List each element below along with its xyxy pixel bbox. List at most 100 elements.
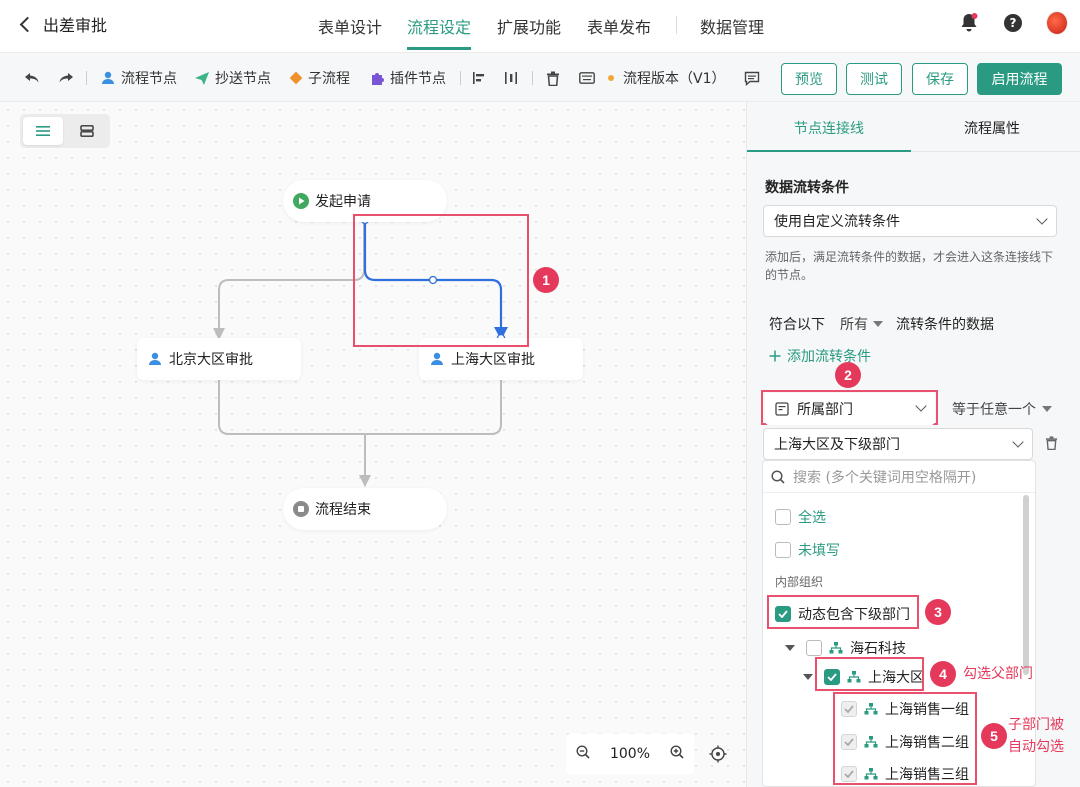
- plus-icon: [769, 350, 781, 362]
- delete-button[interactable]: [546, 53, 560, 103]
- callout-box-3: [767, 595, 919, 629]
- keyboard-icon: [579, 72, 595, 84]
- delete-condition-button[interactable]: [1045, 436, 1058, 454]
- checkbox[interactable]: [775, 509, 791, 525]
- tab-data-management[interactable]: 数据管理: [700, 14, 764, 38]
- section-label: 内部组织: [775, 575, 824, 589]
- tree-node-root[interactable]: 海石科技: [785, 638, 906, 658]
- crosshair-icon: [709, 745, 727, 763]
- operator-select[interactable]: 等于任意一个: [952, 399, 1052, 419]
- callout-note-4: 勾选父部门: [963, 666, 1033, 682]
- comment-icon: [744, 71, 760, 86]
- caret-down-icon[interactable]: [803, 674, 813, 680]
- form-title: 出差审批: [43, 16, 108, 35]
- operator-value: 等于任意一个: [952, 402, 1036, 418]
- zoom-out-button[interactable]: [576, 745, 590, 763]
- callout-box-5: [833, 692, 977, 785]
- cc-node-label: 抄送节点: [215, 71, 271, 87]
- condition-hint: 添加后，满足流转条件的数据，才会进入这条连接线下的节点。: [765, 250, 1054, 282]
- user-node-icon: [102, 71, 114, 84]
- add-plugin-node-button[interactable]: 插件节点: [369, 53, 446, 103]
- back-button[interactable]: 出差审批: [16, 12, 107, 36]
- caret-down-icon: [1042, 406, 1052, 412]
- select-all-label: 全选: [798, 510, 826, 526]
- add-subflow-button[interactable]: 子流程: [289, 53, 350, 103]
- zoom-level: 100%: [609, 746, 650, 762]
- keyboard-button[interactable]: [579, 53, 595, 103]
- callout-badge-2: 2: [835, 362, 861, 388]
- tab-extensions[interactable]: 扩展功能: [497, 14, 561, 38]
- condition-type-select[interactable]: 使用自定义流转条件: [763, 205, 1057, 237]
- add-condition-button[interactable]: 添加流转条件: [769, 346, 871, 366]
- help-icon[interactable]: ?: [1002, 12, 1024, 34]
- flow-canvas[interactable]: 发起申请 北京大区审批 上海大区审批 流程结束 1 100%: [0, 102, 746, 787]
- select-all-option[interactable]: 全选: [775, 507, 826, 527]
- callout-badge-4: 4: [930, 661, 956, 687]
- save-button[interactable]: 保存: [912, 63, 968, 95]
- user-node-icon: [431, 352, 443, 365]
- subflow-label: 子流程: [308, 71, 350, 87]
- trash-icon: [1045, 436, 1058, 451]
- org-icon: [829, 642, 843, 654]
- condition-type-value: 使用自定义流转条件: [774, 214, 900, 230]
- bell-icon[interactable]: [958, 12, 980, 34]
- end-node[interactable]: 流程结束: [283, 488, 447, 530]
- flow-version-button[interactable]: 流程版本（V1）: [608, 53, 725, 103]
- arrow-head: [359, 475, 371, 487]
- tab-node-connection[interactable]: 节点连接线: [794, 118, 864, 138]
- distribute-icon: [505, 72, 517, 84]
- active-tab-indicator: [747, 150, 911, 152]
- checkbox[interactable]: [775, 542, 791, 558]
- form-field-icon: [775, 402, 789, 416]
- value-select[interactable]: 上海大区及下级部门: [763, 428, 1033, 460]
- match-scope-select[interactable]: 所有: [840, 314, 883, 334]
- not-filled-option[interactable]: 未填写: [775, 540, 840, 560]
- toolbar: 流程节点 抄送节点 子流程 插件节点 流程版本（V1） 预览 测试 保存 启用流…: [0, 52, 1080, 102]
- callout-badge-5: 5: [981, 723, 1007, 749]
- connector-to-beijing[interactable]: [218, 220, 365, 338]
- not-filled-label: 未填写: [798, 543, 840, 559]
- search-icon: [771, 469, 785, 484]
- trash-icon: [547, 71, 559, 86]
- stop-icon: [293, 501, 309, 517]
- test-button[interactable]: 测试: [846, 63, 902, 95]
- condition-title: 数据流转条件: [765, 180, 849, 196]
- align-left-button[interactable]: [472, 53, 486, 103]
- locate-button[interactable]: [702, 734, 734, 774]
- send-icon: [195, 72, 209, 85]
- search-placeholder: 搜索 (多个关键词用空格隔开): [793, 469, 977, 486]
- redo-button[interactable]: [58, 53, 74, 103]
- tab-flow-properties[interactable]: 流程属性: [964, 118, 1020, 138]
- beijing-approval-node[interactable]: 北京大区审批: [137, 338, 301, 380]
- field-select-value: 所属部门: [797, 402, 853, 418]
- add-flow-node-button[interactable]: 流程节点: [100, 53, 177, 103]
- dropdown-scrollbar[interactable]: [1023, 495, 1029, 675]
- field-select[interactable]: 所属部门: [765, 393, 935, 425]
- callout-badge-3: 3: [925, 599, 951, 625]
- match-scope-value: 所有: [840, 317, 868, 333]
- add-cc-node-button[interactable]: 抄送节点: [194, 53, 271, 103]
- undo-button[interactable]: [24, 53, 40, 103]
- chevron-down-icon: [1036, 213, 1048, 225]
- avatar[interactable]: [1046, 11, 1068, 35]
- zoom-in-button[interactable]: [670, 745, 684, 763]
- distribute-button[interactable]: [504, 53, 518, 103]
- checkbox[interactable]: [806, 640, 822, 656]
- callout-note-5-line2: 自动勾选: [1008, 739, 1064, 755]
- tab-form-publish[interactable]: 表单发布: [587, 14, 651, 38]
- callout-box-1: [353, 214, 529, 347]
- beijing-node-label: 北京大区审批: [169, 352, 253, 368]
- panel-tabs: 节点连接线 流程属性: [747, 102, 1080, 152]
- chevron-down-icon: [915, 400, 927, 412]
- comment-button[interactable]: [744, 53, 760, 103]
- toolbar-divider: [532, 71, 533, 85]
- tab-form-design[interactable]: 表单设计: [318, 14, 382, 38]
- department-search[interactable]: 搜索 (多个关键词用空格隔开): [763, 461, 1035, 493]
- preview-button[interactable]: 预览: [781, 63, 837, 95]
- tab-flow-settings[interactable]: 流程设定: [407, 14, 472, 50]
- enable-flow-button[interactable]: 启用流程: [977, 63, 1062, 95]
- add-condition-label: 添加流转条件: [787, 349, 871, 365]
- match-suffix: 流转条件的数据: [896, 317, 994, 333]
- callout-box-4: [815, 657, 924, 691]
- caret-down-icon[interactable]: [785, 645, 795, 651]
